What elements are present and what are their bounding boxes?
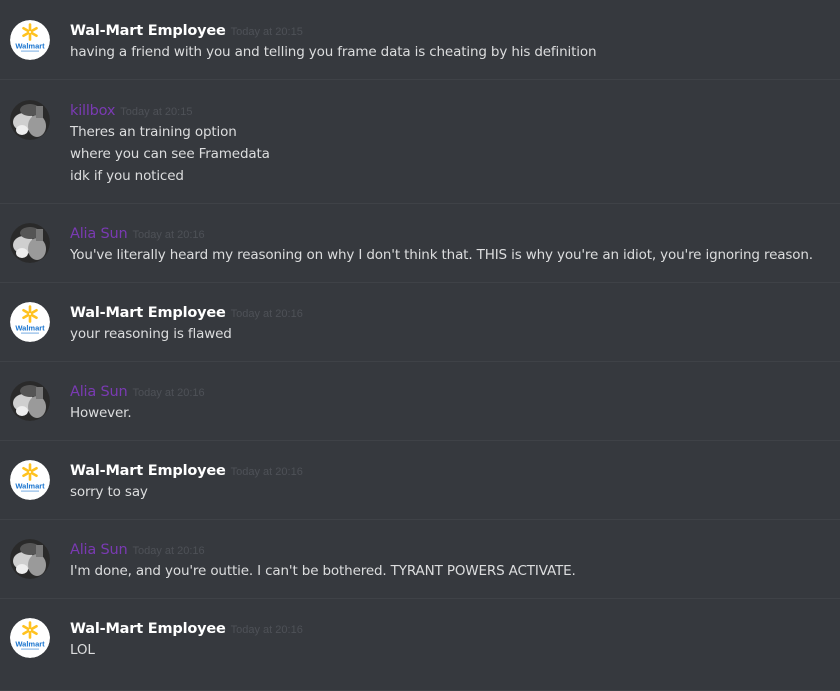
message-header: Wal-Mart Employee Today at 20:16 xyxy=(70,302,303,324)
message-text: having a friend with you and telling you… xyxy=(70,44,597,60)
message-header: Alia Sun Today at 20:16 xyxy=(70,539,205,561)
message-group: killbox Today at 20:15 Theres an training … xyxy=(0,100,840,204)
message-text: I'm done, and you're outtie. I can't be … xyxy=(70,563,576,579)
walmart-logo-avatar[interactable]: Walmart xyxy=(10,618,50,658)
message-header: Alia Sun Today at 20:16 xyxy=(70,381,205,403)
message-text: Theres an training option xyxy=(70,124,237,140)
message-group: Walmart Wal-Mart Employee Today at 20:16 so… xyxy=(0,460,840,520)
username[interactable]: Wal-Mart Employee xyxy=(70,23,226,39)
message-body: your reasoning is flawed xyxy=(70,323,232,345)
timestamp: Today at 20:16 xyxy=(132,545,205,557)
walmart-logo-avatar[interactable]: Walmart xyxy=(10,20,50,60)
timestamp: Today at 20:16 xyxy=(230,308,303,320)
username[interactable]: Wal-Mart Employee xyxy=(70,463,226,479)
photo-avatar[interactable] xyxy=(10,223,50,263)
message-text: LOL xyxy=(70,642,95,658)
chat-messages-pane[interactable]: Walmart Wal-Mart Employee Today at 20:15 ha… xyxy=(0,0,840,691)
message-text: You've literally heard my reasoning on w… xyxy=(70,247,813,263)
walmart-logo-avatar[interactable]: Walmart xyxy=(10,460,50,500)
photo-avatar[interactable] xyxy=(10,539,50,579)
message-group: Alia Sun Today at 20:16 You've literally h… xyxy=(0,223,840,283)
username[interactable]: Alia Sun xyxy=(70,384,128,400)
message-group: Walmart Wal-Mart Employee Today at 20:16 yo… xyxy=(0,302,840,362)
username[interactable]: Wal-Mart Employee xyxy=(70,305,226,321)
timestamp: Today at 20:15 xyxy=(120,106,193,118)
message-group: Walmart Wal-Mart Employee Today at 20:16 LO… xyxy=(0,618,840,691)
message-header: killbox Today at 20:15 xyxy=(70,100,192,122)
timestamp: Today at 20:16 xyxy=(132,387,205,399)
walmart-logo-avatar[interactable]: Walmart xyxy=(10,302,50,342)
message-body: LOL xyxy=(70,639,95,661)
message-body: You've literally heard my reasoning on w… xyxy=(70,244,813,266)
message-body: having a friend with you and telling you… xyxy=(70,41,597,63)
message-group: Walmart Wal-Mart Employee Today at 20:15 ha… xyxy=(0,20,840,80)
username[interactable]: Alia Sun xyxy=(70,542,128,558)
timestamp: Today at 20:16 xyxy=(132,229,205,241)
message-text: idk if you noticed xyxy=(70,168,184,184)
message-body: I'm done, and you're outtie. I can't be … xyxy=(70,560,576,582)
photo-avatar[interactable] xyxy=(10,100,50,140)
walmart-logo-text: Walmart xyxy=(15,42,45,51)
timestamp: Today at 20:16 xyxy=(230,624,303,636)
username[interactable]: Alia Sun xyxy=(70,226,128,242)
message-text: However. xyxy=(70,405,132,421)
message-body: sorry to say xyxy=(70,481,148,503)
message-text: your reasoning is flawed xyxy=(70,326,232,342)
photo-avatar[interactable] xyxy=(10,381,50,421)
message-header: Alia Sun Today at 20:16 xyxy=(70,223,205,245)
message-header: Wal-Mart Employee Today at 20:16 xyxy=(70,460,303,482)
walmart-logo-text: Walmart xyxy=(15,482,45,491)
message-group: Alia Sun Today at 20:16 However. xyxy=(0,381,840,441)
walmart-logo-text: Walmart xyxy=(15,640,45,649)
timestamp: Today at 20:15 xyxy=(230,26,303,38)
message-body: However. xyxy=(70,402,132,424)
message-text: sorry to say xyxy=(70,484,148,500)
username[interactable]: Wal-Mart Employee xyxy=(70,621,226,637)
message-text: where you can see Framedata xyxy=(70,146,270,162)
message-header: Wal-Mart Employee Today at 20:16 xyxy=(70,618,303,640)
username[interactable]: killbox xyxy=(70,103,115,119)
timestamp: Today at 20:16 xyxy=(230,466,303,478)
message-body: Theres an training option where you can s… xyxy=(70,121,270,187)
message-header: Wal-Mart Employee Today at 20:15 xyxy=(70,20,303,42)
walmart-logo-text: Walmart xyxy=(15,324,45,333)
message-group: Alia Sun Today at 20:16 I'm done, and you'… xyxy=(0,539,840,599)
